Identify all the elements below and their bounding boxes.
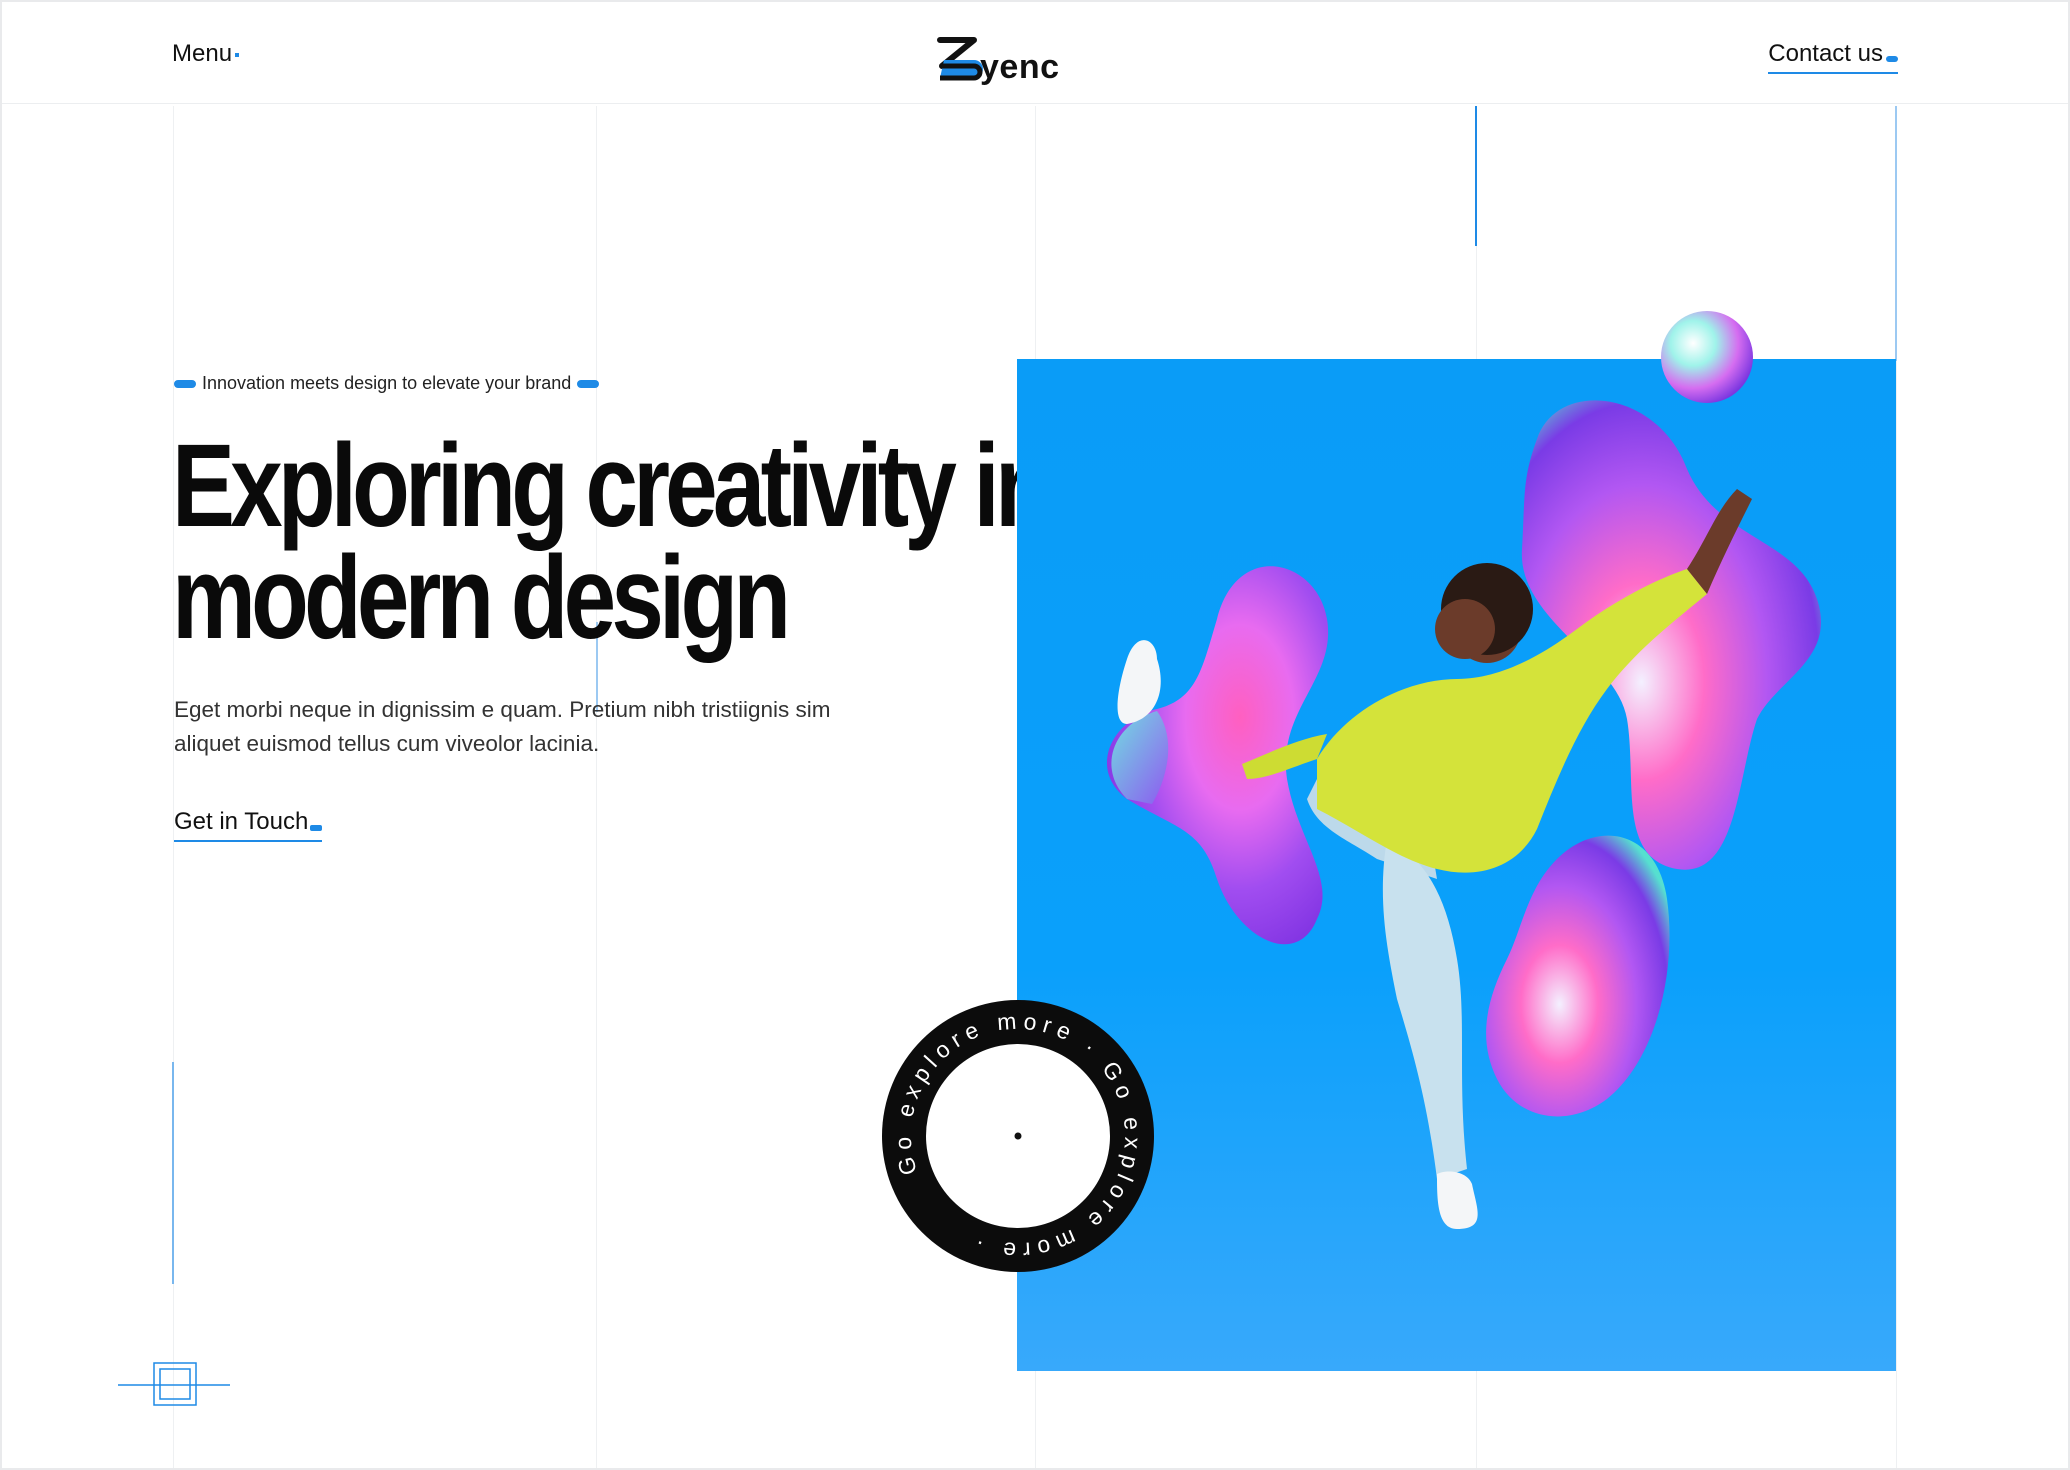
- sphere-shape: [1661, 311, 1753, 403]
- site-header: Menu yenc Contact us: [2, 2, 2068, 104]
- logo-wordmark: yenc: [980, 48, 1060, 86]
- center-dot-icon: [1014, 1132, 1022, 1140]
- logo-mark-icon: [937, 37, 983, 81]
- explore-ring: Go explore more · Go explore more ·: [853, 972, 1182, 1301]
- menu-label: Menu: [172, 40, 233, 67]
- page: Menu yenc Contact us Innovation meets de…: [2, 2, 2068, 1468]
- contact-label: Contact us: [1768, 40, 1883, 67]
- brand-logo[interactable]: yenc: [934, 24, 1060, 84]
- menu-button[interactable]: Menu: [172, 40, 240, 68]
- grid-line: [596, 106, 597, 1468]
- tagline-right-pill: [577, 379, 600, 388]
- menu-dot-icon: [235, 53, 240, 57]
- contact-us-link[interactable]: Contact us: [1768, 40, 1898, 74]
- hero-description-line-1: Eget morbi neque in dignissim e quam. Pr…: [174, 697, 831, 722]
- hero-title: Exploring creativity in modern design: [172, 427, 1053, 657]
- tagline-text: Innovation meets design to elevate your …: [202, 373, 572, 393]
- accent-line: [1475, 106, 1477, 246]
- blob-shape: [1521, 400, 1822, 870]
- crosshair-square-icon: [118, 1362, 230, 1406]
- tagline-left-pill: [174, 379, 196, 388]
- cta-accent-icon: [310, 825, 323, 831]
- hero-title-line-2: modern design: [172, 532, 791, 664]
- hero-tagline: Innovation meets design to elevate your …: [174, 373, 600, 394]
- hero-description: Eget morbi neque in dignissim e quam. Pr…: [174, 693, 934, 761]
- go-explore-more-button[interactable]: Go explore more · Go explore more ·: [853, 972, 1182, 1301]
- get-in-touch-button[interactable]: Get in Touch: [174, 808, 323, 842]
- blob-shape: [1486, 835, 1670, 1117]
- accent-line: [1895, 106, 1897, 361]
- accent-line: [172, 1062, 174, 1284]
- contact-accent-icon: [1886, 56, 1898, 62]
- cta-label: Get in Touch: [174, 808, 309, 835]
- hero-description-line-2: aliquet euismod tellus cum viveolor laci…: [174, 731, 600, 756]
